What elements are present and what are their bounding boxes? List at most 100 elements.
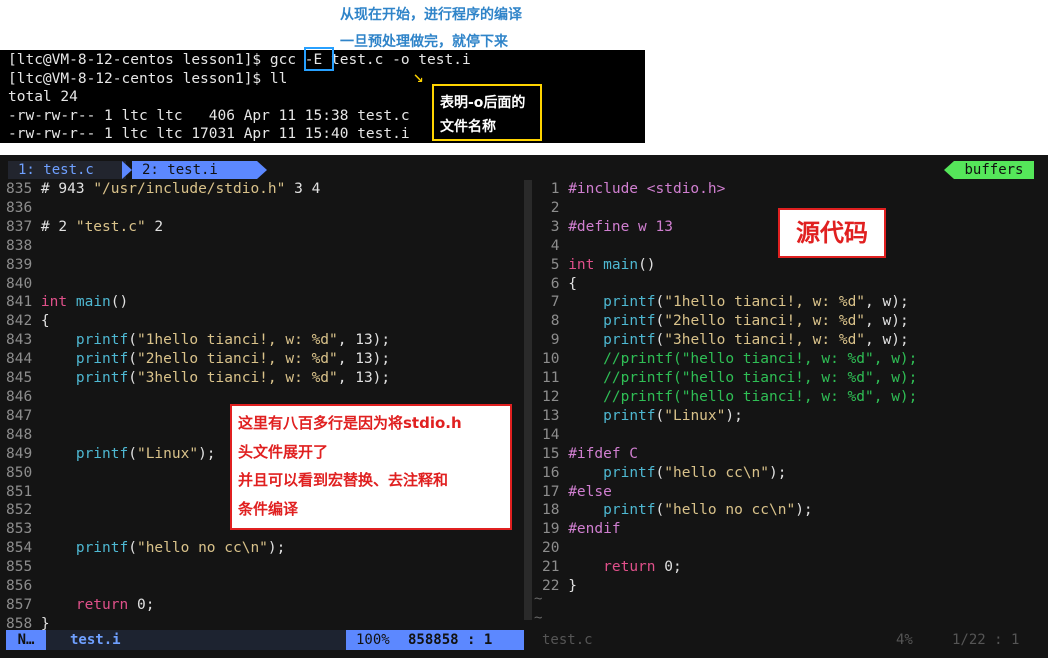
line-number: 15	[542, 445, 569, 462]
code-line: 14	[542, 426, 917, 445]
line-number: 16	[542, 464, 569, 481]
line-text: printf("2hello tianci!, w: %d", 13);	[75, 351, 391, 368]
expand-note-line: 头文件展开了	[238, 442, 329, 461]
code-line: 17 #else	[542, 483, 917, 502]
code-line: 21 return 0;	[542, 558, 917, 577]
code-line: 857 return 0;	[6, 596, 390, 615]
terminal-line: [ltc@VM-8-12-centos lesson1]$ ll	[8, 70, 288, 87]
tab-label: 2: test.i	[142, 162, 218, 178]
line-number: 9	[542, 332, 569, 349]
code-line: 10 //printf("hello tianci!, w: %d", w);	[542, 350, 917, 369]
code-line: 9 printf("3hello tianci!, w: %d", w);	[542, 331, 917, 350]
tab-label: 1: test.c	[18, 162, 94, 178]
line-number: 840	[6, 275, 41, 292]
line-number: 836	[6, 199, 41, 216]
line-number: 17	[542, 483, 569, 500]
line-number: 6	[542, 275, 569, 292]
line-text: printf("1hello tianci!, w: %d", 13);	[75, 332, 391, 349]
line-text: printf("1hello tianci!, w: %d", w);	[603, 294, 909, 311]
line-number: 839	[6, 256, 41, 273]
line-text: # 2 "test.c" 2	[40, 218, 164, 235]
line-number: 20	[542, 540, 569, 557]
line-text: printf("3hello tianci!, w: %d", w);	[603, 332, 909, 349]
code-line: 854 printf("hello no cc\n");	[6, 539, 390, 558]
buffers-label[interactable]: buffers	[954, 161, 1034, 179]
code-line: 20	[542, 539, 917, 558]
code-line: 844 printf("2hello tianci!, w: %d", 13);	[6, 350, 390, 369]
line-number: 852	[6, 502, 41, 519]
line-number: 19	[542, 521, 569, 538]
terminal-line: -rw-rw-r-- 1 ltc ltc 17031 Apr 11 15:40 …	[8, 126, 410, 143]
line-text: return 0;	[75, 596, 155, 613]
line-number: 838	[6, 237, 41, 254]
line-number: 856	[6, 578, 41, 595]
line-text: printf("Linux");	[75, 445, 216, 462]
status-position: 1/22 : 1	[952, 632, 1020, 648]
line-number: 12	[542, 388, 569, 405]
line-text: #define w 13	[568, 218, 673, 235]
line-text: #ifdef C	[568, 445, 639, 462]
line-number: 4	[542, 237, 569, 254]
tab-arrow-icon	[257, 161, 267, 179]
expand-note-line: 条件编译	[238, 499, 299, 518]
line-number: 850	[6, 464, 41, 481]
flag-highlight-box	[304, 47, 334, 71]
line-number: 18	[542, 502, 569, 519]
source-code-note: 源代码	[778, 208, 886, 258]
line-text: printf("hello no cc\n");	[75, 540, 286, 557]
terminal-line: -rw-rw-r-- 1 ltc ltc 406 Apr 11 15:38 te…	[8, 107, 410, 124]
line-number: 843	[6, 332, 41, 349]
line-text: //printf("hello tianci!, w: %d", w);	[568, 370, 918, 387]
code-line: 841 int main()	[6, 293, 390, 312]
code-line: 840	[6, 275, 390, 294]
mode-indicator: N…	[6, 630, 46, 650]
line-text: int main()	[40, 294, 129, 311]
line-number: 842	[6, 313, 41, 330]
expand-note-line: 这里有八百多行是因为将stdio.h	[238, 414, 462, 432]
code-line: 842 {	[6, 312, 390, 331]
line-text: }	[568, 578, 577, 595]
code-line: 12 //printf("hello tianci!, w: %d", w);	[542, 388, 917, 407]
code-line: 13 printf("Linux");	[542, 407, 917, 426]
code-line: 5 int main()	[542, 256, 917, 275]
line-text: printf("hello no cc\n");	[603, 502, 813, 519]
left-statusline: N… test.i 100% 858858 : 1	[6, 630, 524, 650]
line-number: 1	[542, 181, 569, 197]
arrow-icon: ↘	[413, 66, 424, 87]
right-statusline: test.c 4% 1/22 : 1	[534, 630, 1042, 650]
line-number: 837	[6, 218, 41, 235]
code-line: 836	[6, 199, 390, 218]
code-line: 7 printf("1hello tianci!, w: %d", w);	[542, 293, 917, 312]
status-position: 858858 : 1	[408, 632, 493, 648]
line-text: #else	[568, 483, 612, 500]
line-text: #endif	[568, 521, 621, 538]
annotation-compile-start: 从现在开始，进行程序的编译	[340, 7, 522, 23]
status-filename: test.i	[70, 632, 121, 648]
line-number: 854	[6, 540, 41, 557]
o-flag-note-line2: 文件名称	[440, 119, 496, 135]
line-text: # 943 "/usr/include/stdio.h" 3 4	[40, 181, 321, 197]
line-number: 5	[542, 256, 569, 273]
tab-test-i[interactable]: 2: test.i	[132, 161, 257, 179]
tab-test-c[interactable]: 1: test.c	[8, 161, 126, 179]
line-number: 853	[6, 521, 41, 538]
line-text: printf("hello cc\n");	[603, 464, 787, 481]
o-flag-note-line1: 表明-o后面的	[440, 95, 526, 111]
line-number: 841	[6, 294, 41, 311]
o-flag-note: 表明-o后面的 文件名称	[432, 84, 542, 141]
code-line: 843 printf("1hello tianci!, w: %d", 13);	[6, 331, 390, 350]
line-number: 14	[542, 426, 569, 443]
code-line: 845 printf("3hello tianci!, w: %d", 13);	[6, 369, 390, 388]
line-number: 10	[542, 351, 569, 368]
code-line: 15 #ifdef C	[542, 445, 917, 464]
line-number: 851	[6, 483, 41, 500]
window-separator	[524, 180, 532, 620]
line-text: printf("3hello tianci!, w: %d", 13);	[75, 370, 391, 387]
expand-note-line: 并且可以看到宏替换、去注释和	[238, 471, 449, 489]
terminal-line: total 24	[8, 89, 78, 106]
code-line: 856	[6, 577, 390, 596]
code-line: 837 # 2 "test.c" 2	[6, 218, 390, 237]
tabline: 1: test.c 2: test.i buffers	[0, 161, 1048, 179]
code-line: 1 #include <stdio.h>	[542, 180, 917, 199]
line-number: 848	[6, 426, 41, 443]
